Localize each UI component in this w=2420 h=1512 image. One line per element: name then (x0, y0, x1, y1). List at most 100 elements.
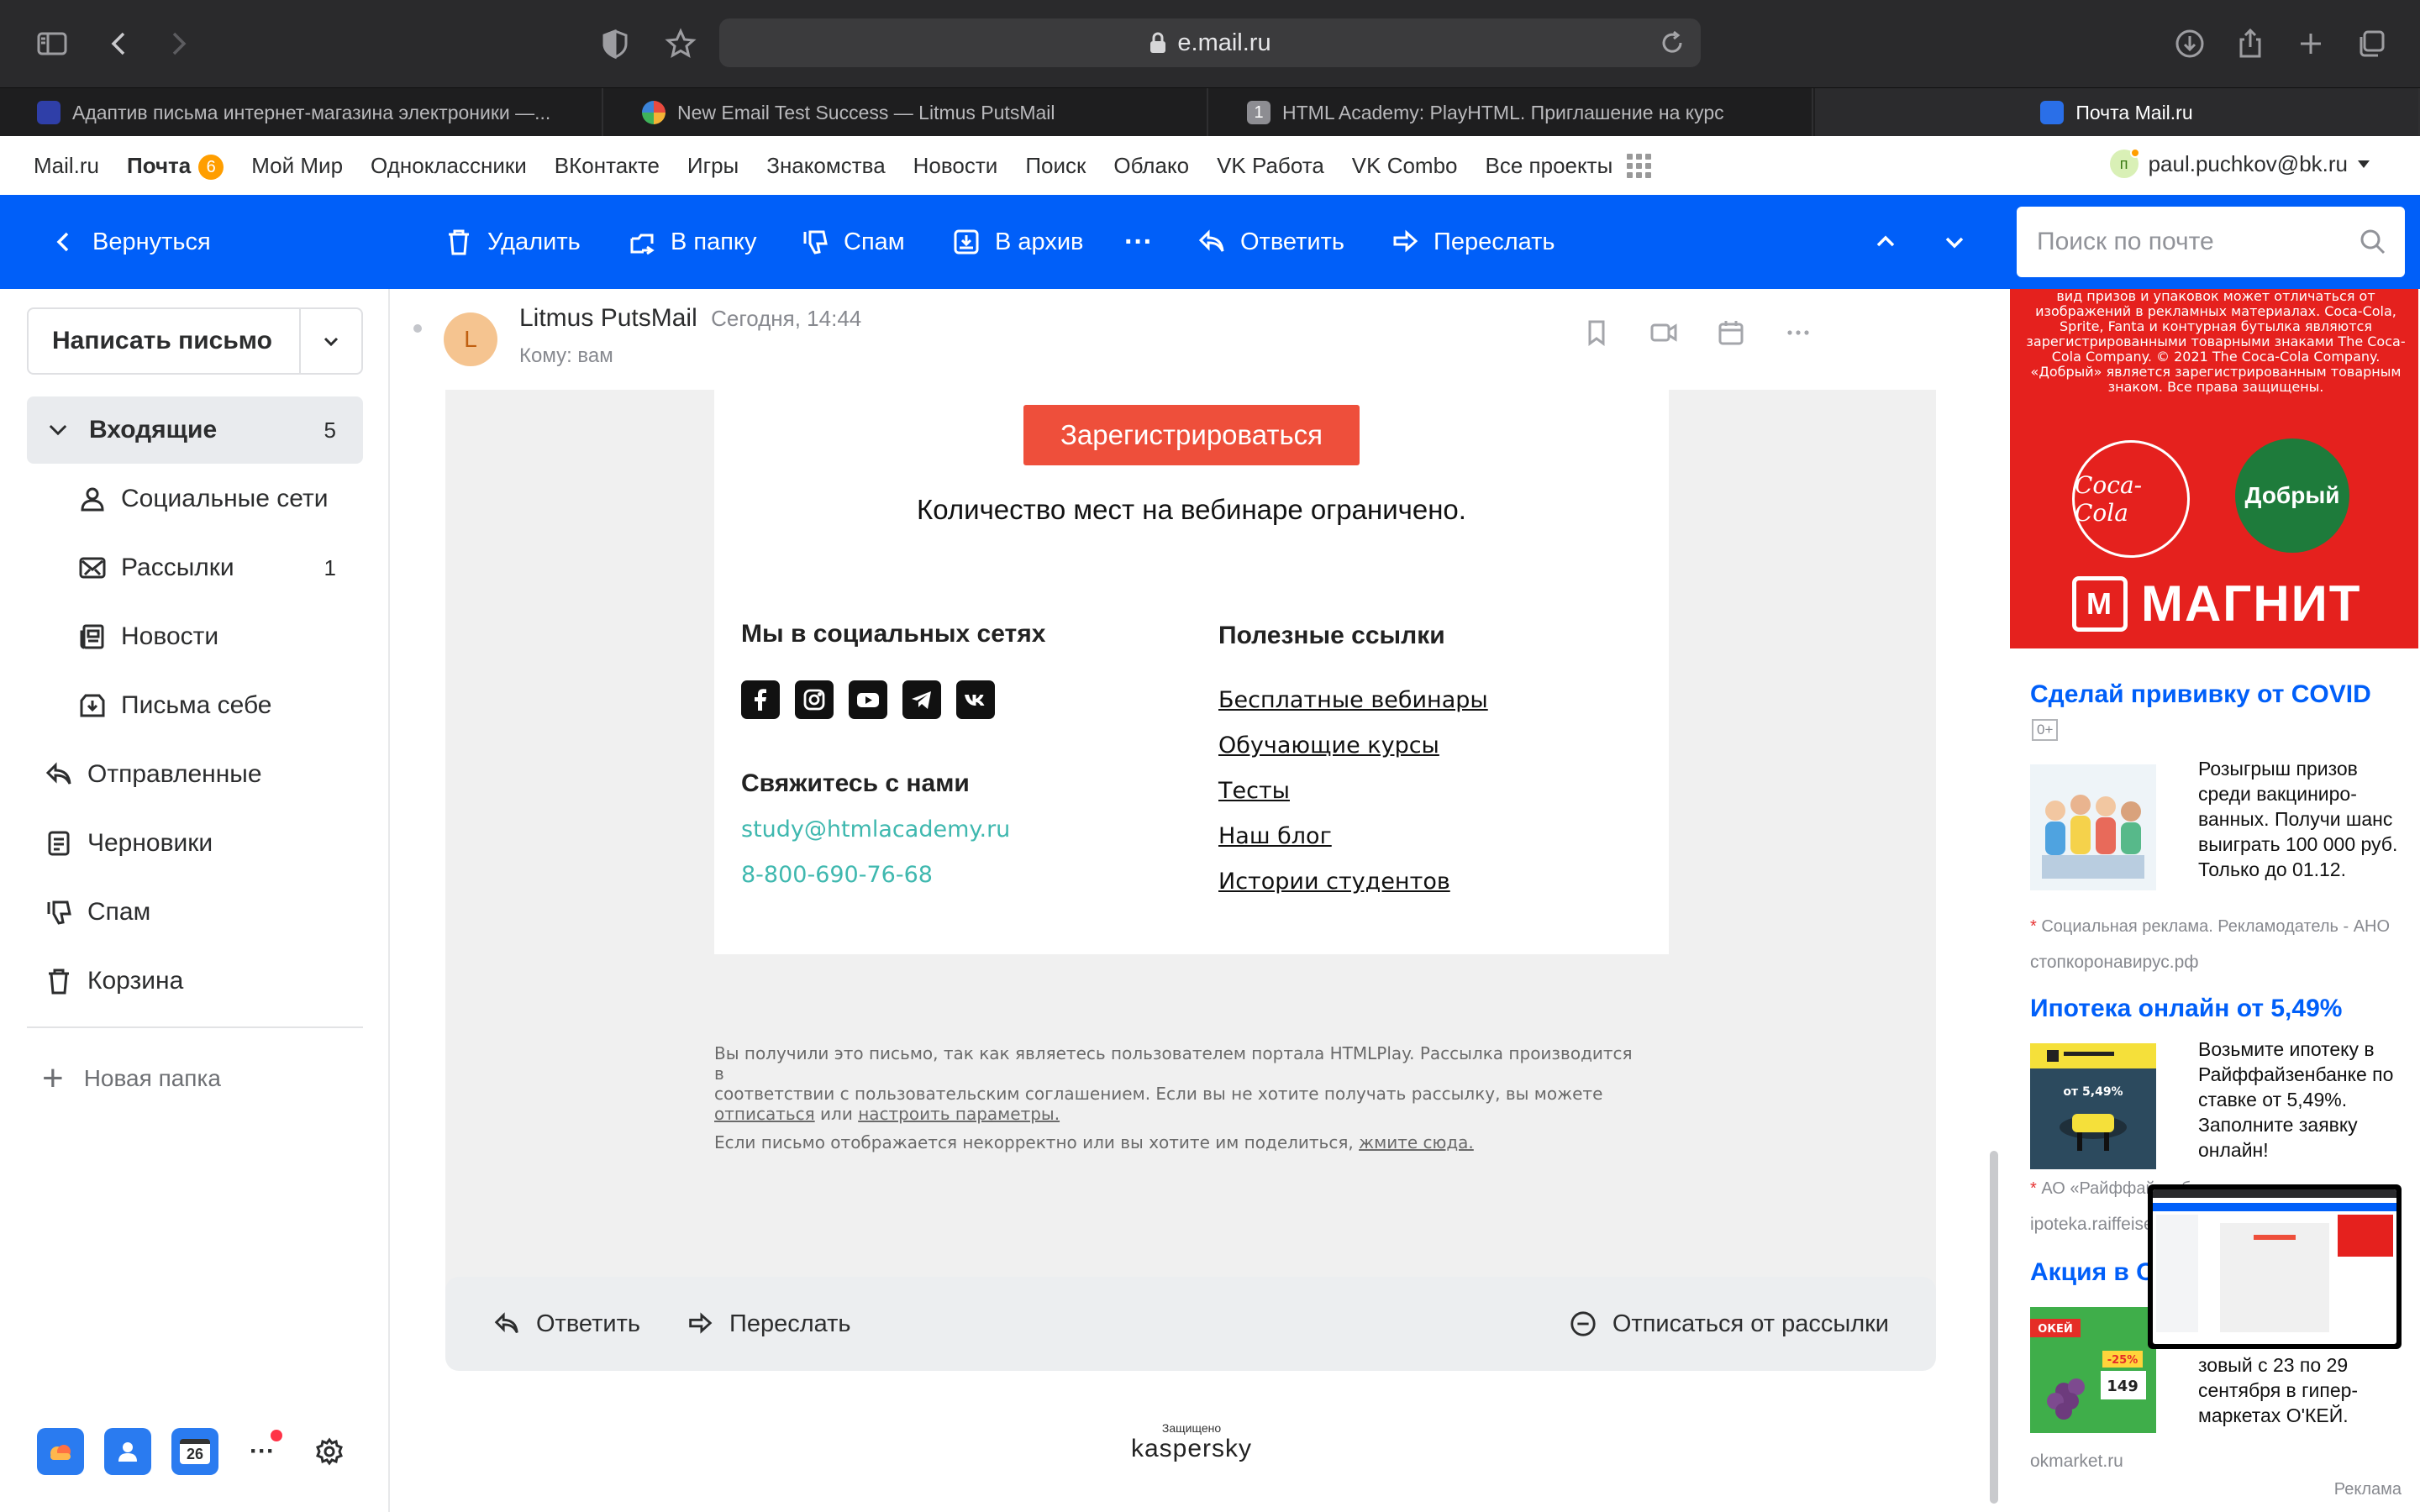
youtube-icon[interactable] (849, 680, 887, 719)
sidebar-item-newsletters[interactable]: Рассылки 1 (27, 534, 363, 601)
tab-mailru[interactable]: Почта Mail.ru (1815, 88, 2420, 137)
portal-link-mailru[interactable]: Mail.ru (34, 153, 99, 179)
unsubscribe-button[interactable]: Отписаться от рассылки (1569, 1277, 1889, 1371)
facebook-icon[interactable] (741, 680, 780, 719)
archive-button[interactable]: В архив (951, 195, 1083, 289)
compose-button[interactable]: Написать письмо (27, 307, 363, 375)
back-button[interactable]: Вернуться (49, 195, 211, 289)
portal-link-vk-work[interactable]: VK Работа (1217, 153, 1324, 179)
sidebar-item-inbox[interactable]: Входящие 5 (27, 396, 363, 464)
ad-image-covid[interactable] (2030, 764, 2156, 890)
link-tests[interactable]: Тесты (1218, 778, 1290, 804)
prev-message-button[interactable] (1870, 195, 1901, 289)
reply-button[interactable]: Ответить (492, 1277, 640, 1371)
view-online-text: Если письмо отображается некорректно или… (714, 1132, 1474, 1152)
portal-link-news[interactable]: Новости (913, 153, 998, 179)
reply-button[interactable]: Ответить (1197, 195, 1344, 289)
portal-link-pochta[interactable]: Почта (127, 153, 191, 179)
window-thumbnail[interactable] (2148, 1184, 2402, 1349)
portal-link-dating[interactable]: Знакомства (766, 153, 885, 179)
mail-favicon-icon (2040, 101, 2065, 124)
video-call-icon[interactable] (1645, 314, 1682, 351)
ad-image-mortgage[interactable]: от 5,49% (2030, 1043, 2156, 1169)
cloud-app-icon[interactable] (37, 1428, 84, 1475)
ad-image-okey[interactable]: ОКЕЙ -25% 149 (2030, 1307, 2156, 1433)
more-icon[interactable] (1780, 314, 1817, 351)
ad-title-mortgage[interactable]: Ипотека онлайн от 5,49% (2030, 995, 2342, 1023)
compose-options-button[interactable] (299, 309, 361, 373)
downloads-icon[interactable] (2170, 24, 2210, 64)
more-button[interactable]: ··· (1124, 195, 1153, 289)
reload-icon[interactable] (1659, 29, 1686, 56)
forward-button[interactable]: Переслать (686, 1277, 851, 1371)
sidebar-toggle-icon[interactable] (32, 24, 72, 64)
projects-grid-icon[interactable] (1627, 153, 1652, 178)
link-webinars[interactable]: Бесплатные вебинары (1218, 687, 1488, 713)
sidebar-item-news[interactable]: Новости (27, 603, 363, 670)
tab-overview-icon[interactable] (2351, 24, 2391, 64)
portal-link-vk[interactable]: ВКонтакте (555, 153, 660, 179)
tab-htmlacademy[interactable]: 1 HTML Academy: PlayHTML. Приглашение на… (1210, 88, 1813, 137)
move-to-folder-button[interactable]: В папку (627, 195, 756, 289)
contact-email-link[interactable]: study@htmlacademy.ru (741, 816, 1010, 843)
settings-link[interactable]: настроить параметры. (858, 1104, 1060, 1124)
forward-icon[interactable] (158, 24, 198, 64)
settings-button[interactable] (306, 1428, 353, 1475)
shield-icon[interactable] (595, 24, 635, 64)
reply-icon (494, 1312, 518, 1334)
bookmark-icon[interactable] (1578, 314, 1615, 351)
new-tab-icon[interactable] (2291, 24, 2331, 64)
link-blog[interactable]: Наш блог (1218, 823, 1332, 849)
ad-domain[interactable]: стопкоронавирус.рф (2030, 953, 2199, 973)
tab-litmus[interactable]: New Email Test Success — Litmus PutsMail (605, 88, 1208, 137)
telegram-icon[interactable] (902, 680, 941, 719)
unread-dot[interactable] (413, 324, 422, 333)
sidebar-item-sent[interactable]: Отправленные (27, 741, 363, 808)
calendar-icon[interactable] (1712, 314, 1749, 351)
unsubscribe-link[interactable]: отписаться (714, 1104, 815, 1124)
sidebar-item-trash[interactable]: Корзина (27, 948, 363, 1015)
scrollbar[interactable] (1990, 1151, 1998, 1504)
link-student-stories[interactable]: Истории студентов (1218, 869, 1450, 895)
delete-button[interactable]: Удалить (444, 195, 581, 289)
share-icon[interactable] (2230, 24, 2270, 64)
portal-link-all-projects[interactable]: Все проекты (1486, 153, 1613, 179)
sidebar-item-social[interactable]: Социальные сети (27, 465, 363, 533)
calendar-app-icon[interactable]: 26 (171, 1428, 218, 1475)
bookmark-star-icon[interactable] (660, 24, 701, 64)
portal-link-moymir[interactable]: Мой Мир (251, 153, 343, 179)
more-apps-button[interactable]: ··· (239, 1428, 286, 1475)
user-menu[interactable]: п paul.puchkov@bk.ru (2109, 148, 2370, 178)
portal-link-search[interactable]: Поиск (1025, 153, 1086, 179)
ad-domain[interactable]: okmarket.ru (2030, 1452, 2123, 1472)
portal-link-vk-combo[interactable]: VK Combo (1352, 153, 1458, 179)
forward-button[interactable]: Переслать (1390, 195, 1555, 289)
recipient[interactable]: Кому: вам (519, 344, 613, 368)
sidebar-item-spam[interactable]: Спам (27, 879, 363, 946)
sidebar-item-to-self[interactable]: Письма себе (27, 672, 363, 739)
contact-phone-link[interactable]: 8-800-690-76-68 (741, 862, 933, 888)
register-button[interactable]: Зарегистрироваться (1023, 405, 1360, 465)
kaspersky-badge: Защищено kaspersky (1131, 1421, 1252, 1463)
sender[interactable]: Litmus PutsMail Сегодня, 14:44 (519, 304, 861, 333)
ad-title-covid[interactable]: Сделай прививку от COVID (2030, 680, 2371, 709)
spam-button[interactable]: Спам (800, 195, 905, 289)
instagram-icon[interactable] (795, 680, 834, 719)
view-online-link[interactable]: жмите сюда. (1359, 1132, 1474, 1152)
tab-adaptive-email[interactable]: Адаптив письма интернет-магазина электро… (0, 88, 603, 137)
magnit-ad-banner[interactable]: вид призов и упаковок может отличаться о… (2010, 289, 2418, 648)
portal-link-ok[interactable]: Одноклассники (371, 153, 527, 179)
message-header: L Litmus PutsMail Сегодня, 14:44 Кому: в… (392, 289, 2007, 390)
address-bar[interactable]: e.mail.ru (719, 18, 1701, 67)
portal-link-cloud[interactable]: Облако (1113, 153, 1189, 179)
search-input[interactable]: Поиск по почте (2017, 207, 2405, 277)
sidebar-item-drafts[interactable]: Черновики (27, 810, 363, 877)
link-courses[interactable]: Обучающие курсы (1218, 732, 1439, 759)
bottom-app-icons: 26 ··· (37, 1428, 373, 1475)
contacts-app-icon[interactable] (104, 1428, 151, 1475)
back-icon[interactable] (99, 24, 139, 64)
new-folder-button[interactable]: + Новая папка (42, 1060, 221, 1097)
next-message-button[interactable] (1939, 195, 1970, 289)
vk-icon[interactable] (956, 680, 995, 719)
portal-link-games[interactable]: Игры (687, 153, 739, 179)
